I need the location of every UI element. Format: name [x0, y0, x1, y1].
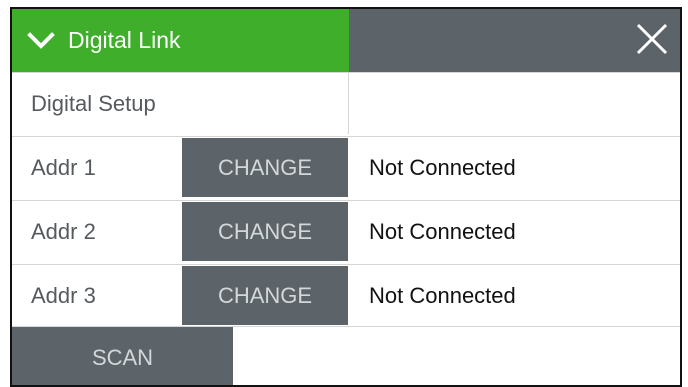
- panel-title: Digital Link: [68, 27, 181, 53]
- address-label: Addr 1: [31, 154, 96, 180]
- change-button[interactable]: CHANGE: [182, 138, 348, 197]
- change-button[interactable]: CHANGE: [182, 266, 348, 325]
- collapse-toggle[interactable]: Digital Link: [12, 9, 349, 72]
- address-row: Addr 2 CHANGE Not Connected: [12, 200, 680, 262]
- close-button[interactable]: [630, 19, 674, 63]
- digital-link-panel: Digital Link Digital Setup Addr 1 CHANGE…: [10, 7, 682, 387]
- panel-header: Digital Link: [12, 9, 680, 72]
- address-label: Addr 3: [31, 282, 96, 308]
- address-row: Addr 3 CHANGE Not Connected: [12, 264, 680, 326]
- chevron-down-icon: [26, 26, 56, 56]
- close-icon: [635, 22, 669, 61]
- connection-status: Not Connected: [369, 282, 516, 308]
- column-divider: [348, 73, 349, 134]
- connection-status: Not Connected: [369, 154, 516, 180]
- connection-status: Not Connected: [369, 218, 516, 244]
- address-row: Addr 1 CHANGE Not Connected: [12, 136, 680, 198]
- address-label: Addr 2: [31, 218, 96, 244]
- change-button[interactable]: CHANGE: [182, 202, 348, 261]
- scan-button[interactable]: SCAN: [12, 327, 233, 385]
- digital-setup-label: Digital Setup: [31, 90, 156, 116]
- header-bar: [349, 9, 680, 72]
- digital-setup-row: Digital Setup: [12, 72, 680, 134]
